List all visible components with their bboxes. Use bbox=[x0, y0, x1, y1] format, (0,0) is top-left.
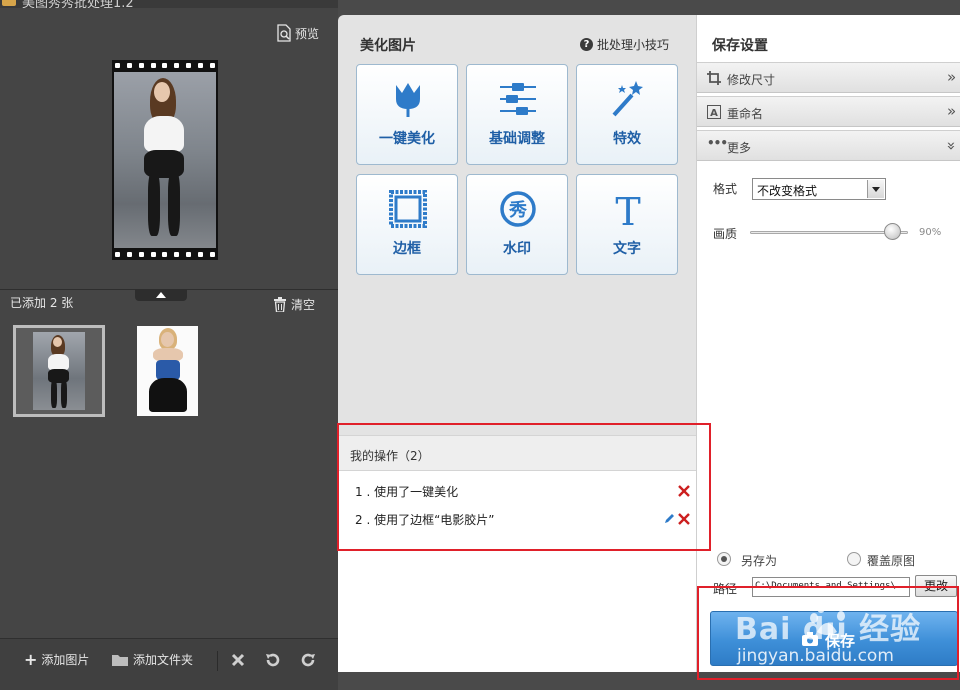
save-as-label: 另存为 bbox=[741, 554, 778, 568]
section-rename[interactable]: A 重命名 » bbox=[697, 96, 960, 127]
format-label: 格式 bbox=[713, 182, 738, 196]
add-folder-label: 添加文件夹 bbox=[133, 653, 194, 667]
operations-panel: 我的操作（2） 1 . 使用了一键美化 2 . 使用了边框“电影胶片” bbox=[338, 435, 696, 549]
section-resize[interactable]: 修改尺寸 » bbox=[697, 62, 960, 93]
clear-label: 清空 bbox=[291, 298, 316, 312]
edit-pencil-icon[interactable] bbox=[663, 513, 675, 525]
preview-button[interactable]: 预览 bbox=[276, 24, 319, 42]
preview-photo bbox=[114, 72, 216, 248]
batch-tips-link[interactable]: ? 批处理小技巧 bbox=[580, 36, 669, 53]
chevron-right-icon: » bbox=[947, 68, 957, 86]
more-dots-icon: ••• bbox=[707, 136, 728, 150]
film-holes-bottom bbox=[112, 249, 218, 260]
tool-label: 基础调整 bbox=[489, 131, 545, 147]
section-more[interactable]: ••• 更多 » bbox=[697, 130, 960, 161]
thumbnail-photo bbox=[33, 332, 85, 410]
operation-item-1: 1 . 使用了一键美化 bbox=[355, 485, 459, 499]
tool-label: 文字 bbox=[613, 241, 641, 257]
operations-header: 我的操作（2） bbox=[338, 435, 696, 471]
tool-frame[interactable]: 边框 bbox=[356, 174, 458, 275]
svg-text:T: T bbox=[615, 190, 640, 229]
remove-operation-2-icon[interactable] bbox=[678, 513, 690, 525]
beautify-title: 美化图片 bbox=[360, 38, 416, 54]
quality-label: 画质 bbox=[713, 227, 738, 241]
camera-icon bbox=[802, 632, 818, 646]
beautify-panel: 美化图片 ? 批处理小技巧 一键美化 基础调整 特效 边框 秀 水印 T 文字 … bbox=[338, 15, 696, 672]
rotate-left-icon[interactable] bbox=[264, 651, 282, 669]
tool-effects[interactable]: 特效 bbox=[576, 64, 678, 165]
operation-item-2: 2 . 使用了边框“电影胶片” bbox=[355, 513, 495, 527]
section-resize-label: 修改尺寸 bbox=[727, 73, 776, 87]
save-settings-title: 保存设置 bbox=[712, 38, 768, 54]
frame-icon bbox=[389, 190, 427, 228]
crop-icon bbox=[707, 71, 721, 85]
delete-icon[interactable] bbox=[229, 651, 247, 669]
rename-icon: A bbox=[707, 105, 721, 119]
trash-icon bbox=[274, 297, 286, 312]
chevron-right-icon: » bbox=[947, 102, 957, 120]
text-icon: T bbox=[615, 190, 640, 229]
remove-operation-1-icon[interactable] bbox=[678, 485, 690, 497]
toolbar-separator bbox=[217, 651, 218, 671]
batch-tips-label: 批处理小技巧 bbox=[597, 38, 670, 52]
magic-wand-icon bbox=[612, 81, 643, 117]
watermark-icon: 秀 bbox=[500, 191, 536, 227]
section-more-label: 更多 bbox=[727, 141, 752, 155]
svg-text:秀: 秀 bbox=[508, 200, 527, 221]
preview-icon bbox=[277, 24, 291, 42]
clear-button[interactable]: 清空 bbox=[273, 296, 315, 313]
svg-text:A: A bbox=[710, 108, 718, 119]
added-count: 已添加 2 张 bbox=[10, 296, 74, 310]
quality-value: 90% bbox=[919, 227, 942, 238]
rotate-right-icon[interactable] bbox=[299, 651, 317, 669]
change-path-button[interactable]: 更改 bbox=[915, 575, 957, 597]
quality-slider-knob[interactable] bbox=[883, 223, 901, 240]
tool-label: 水印 bbox=[503, 241, 531, 257]
tool-watermark[interactable]: 秀 水印 bbox=[466, 174, 568, 275]
tool-label: 边框 bbox=[393, 241, 421, 257]
collapse-preview-toggle[interactable] bbox=[135, 289, 187, 301]
sliders-icon bbox=[500, 83, 536, 115]
path-label: 路径 bbox=[713, 582, 738, 596]
save-label: 保存 bbox=[825, 632, 856, 650]
tool-text[interactable]: T 文字 bbox=[576, 174, 678, 275]
operations-title: 我的操作（2） bbox=[350, 449, 430, 463]
save-settings-panel: 保存设置 修改尺寸 » A 重命名 » ••• 更多 » 格式 不改变格式 画质… bbox=[696, 15, 960, 672]
chevron-down-icon: » bbox=[942, 141, 960, 151]
left-panel: 美图秀秀批处理1.2 预览 已添加 2 张 清空 + 添加图片 添加文件夹 bbox=[0, 0, 338, 690]
overwrite-label: 覆盖原图 bbox=[867, 554, 916, 568]
app-icon bbox=[2, 0, 16, 6]
save-button[interactable]: 保存 bbox=[710, 611, 958, 666]
add-folder-button[interactable]: 添加文件夹 bbox=[111, 651, 193, 668]
tool-label: 一键美化 bbox=[379, 131, 435, 147]
operations-empty-area bbox=[338, 549, 696, 672]
window-title: 美图秀秀批处理1.2 bbox=[22, 0, 134, 8]
path-field[interactable]: C:\Documents and Settings\ bbox=[752, 577, 910, 597]
tool-label: 特效 bbox=[613, 131, 641, 147]
section-rename-label: 重命名 bbox=[727, 107, 764, 121]
thumbnail-2[interactable] bbox=[137, 326, 198, 416]
tool-one-click-beautify[interactable]: 一键美化 bbox=[356, 64, 458, 165]
folder-icon bbox=[112, 654, 128, 666]
preview-label: 预览 bbox=[295, 26, 320, 41]
format-value: 不改变格式 bbox=[757, 184, 818, 198]
preview-image-film-frame bbox=[112, 60, 218, 260]
save-as-radio[interactable] bbox=[717, 552, 731, 566]
add-image-label: 添加图片 bbox=[41, 653, 90, 667]
add-image-button[interactable]: + 添加图片 bbox=[24, 651, 89, 668]
film-holes-top bbox=[112, 60, 218, 71]
plus-icon: + bbox=[24, 649, 38, 669]
thumbnail-1-selected[interactable] bbox=[13, 325, 105, 417]
left-toolbar: + 添加图片 添加文件夹 bbox=[0, 638, 338, 690]
tulip-icon bbox=[396, 83, 420, 117]
dropdown-arrow-icon bbox=[867, 180, 884, 198]
format-select[interactable]: 不改变格式 bbox=[752, 178, 886, 200]
title-bar: 美图秀秀批处理1.2 bbox=[0, 0, 338, 8]
tool-basic-adjust[interactable]: 基础调整 bbox=[466, 64, 568, 165]
help-icon: ? bbox=[580, 38, 593, 51]
overwrite-radio[interactable] bbox=[847, 552, 861, 566]
